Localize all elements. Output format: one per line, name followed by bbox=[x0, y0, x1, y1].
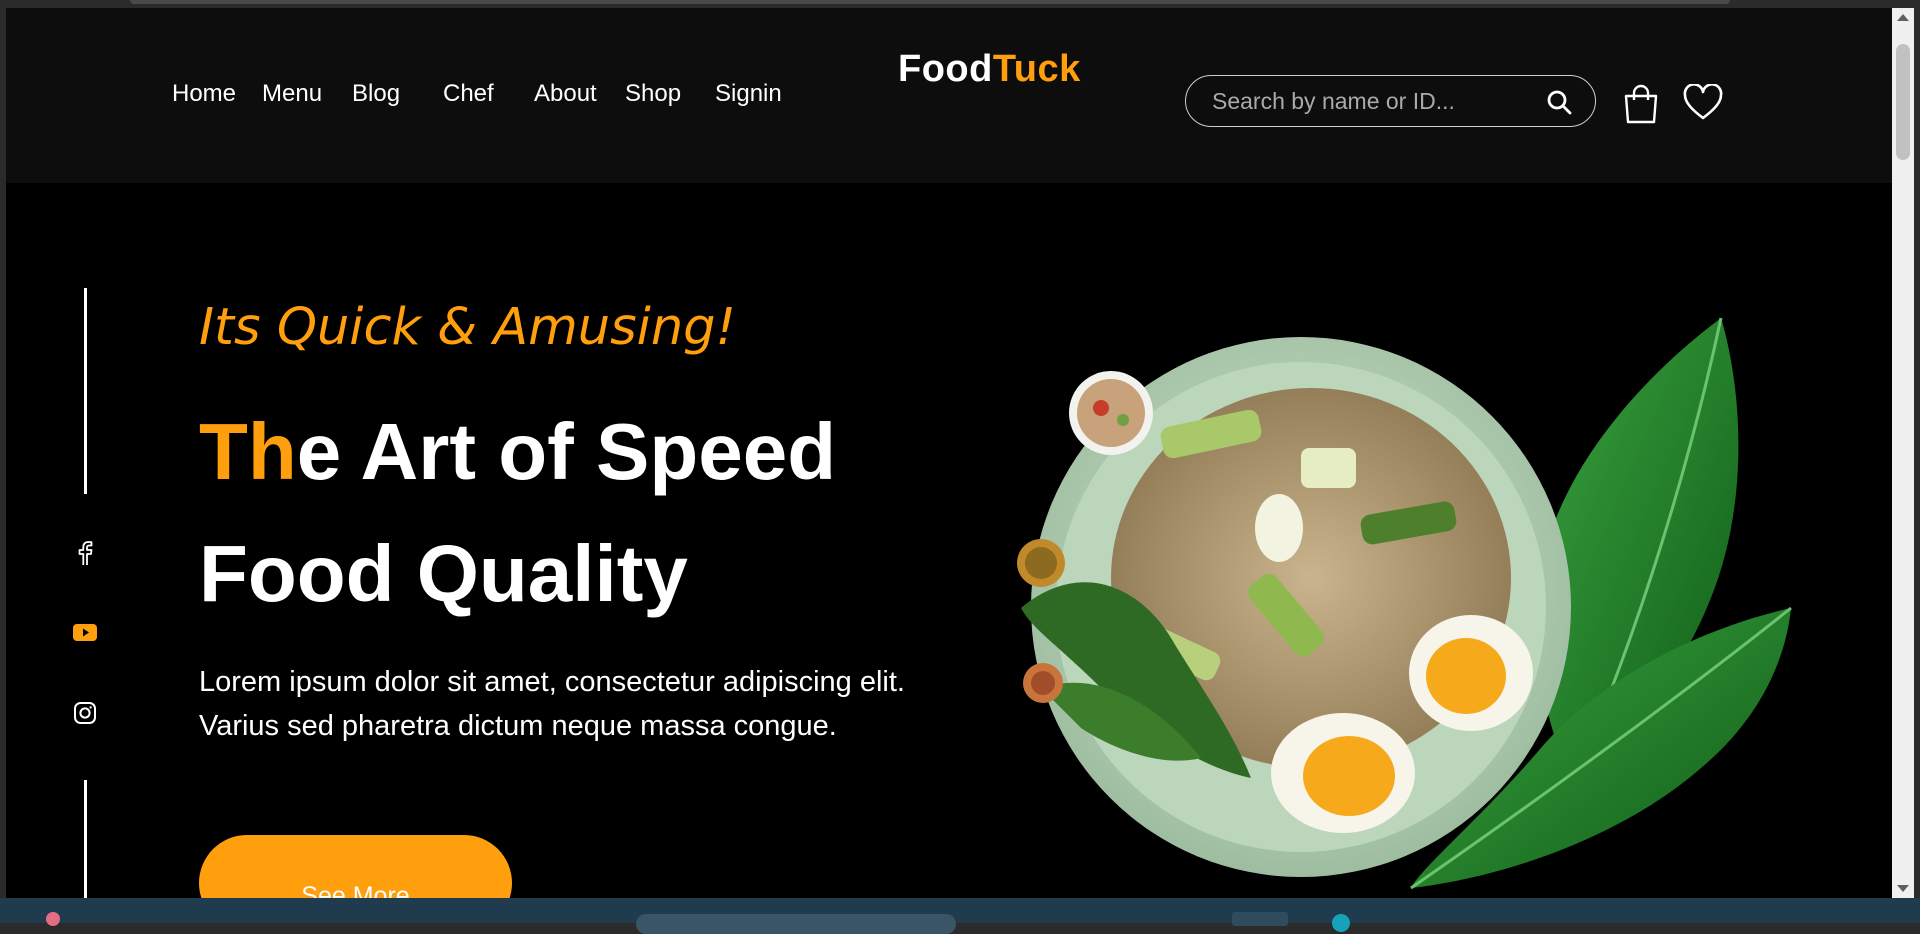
os-taskbar bbox=[0, 898, 1920, 934]
page-viewport: Home Menu Blog Chef About Shop Signin Fo… bbox=[6, 8, 1892, 898]
search-box bbox=[1185, 75, 1596, 127]
nav-shop-link[interactable]: Shop bbox=[625, 80, 681, 108]
nav-signin-link[interactable]: Signin bbox=[715, 80, 782, 108]
facebook-icon[interactable] bbox=[70, 538, 100, 573]
taskbar-browser-icon[interactable] bbox=[1332, 914, 1350, 932]
scroll-up-arrow-icon[interactable] bbox=[1897, 14, 1909, 21]
headline-line-1: The Art of Speed bbox=[199, 406, 836, 498]
taskbar-app-button[interactable] bbox=[1232, 912, 1288, 926]
search-input[interactable] bbox=[1210, 76, 1534, 127]
shopping-bag-icon[interactable] bbox=[1623, 84, 1659, 129]
site-header: Home Menu Blog Chef About Shop Signin Fo… bbox=[6, 8, 1892, 183]
social-divider-bottom bbox=[84, 780, 87, 898]
instagram-icon[interactable] bbox=[70, 698, 100, 733]
search-icon[interactable] bbox=[1546, 89, 1572, 120]
headline-line-2: Food Quality bbox=[199, 529, 688, 618]
nav-chef-link[interactable]: Chef bbox=[443, 80, 494, 108]
social-divider-top bbox=[84, 288, 87, 494]
logo-food-text: Food bbox=[898, 48, 993, 90]
taskbar-search[interactable] bbox=[636, 914, 956, 934]
nav-menu-link[interactable]: Menu bbox=[262, 80, 322, 108]
heart-icon[interactable] bbox=[1683, 83, 1723, 127]
scrollbar-thumb[interactable] bbox=[1896, 44, 1910, 160]
see-more-label: See More bbox=[301, 882, 410, 898]
browser-tab-strip bbox=[130, 0, 1730, 4]
see-more-button[interactable]: See More bbox=[199, 835, 512, 898]
headline-line-1-text: e Art of Speed bbox=[296, 407, 837, 496]
hero-tagline: Its Quick & Amusing! bbox=[199, 298, 736, 357]
nav-about-link[interactable]: About bbox=[534, 80, 597, 108]
site-logo[interactable]: FoodTuck bbox=[898, 48, 1081, 91]
youtube-icon[interactable] bbox=[70, 620, 100, 649]
nav-home-link[interactable]: Home bbox=[172, 80, 236, 108]
hero-description: Lorem ipsum dolor sit amet, consectetur … bbox=[199, 666, 905, 742]
browser-top-strip bbox=[0, 0, 1920, 8]
hero-food-image bbox=[1001, 308, 1801, 898]
headline-accent: Th bbox=[199, 407, 297, 496]
logo-tuck-text: Tuck bbox=[992, 48, 1081, 90]
page-scrollbar[interactable] bbox=[1892, 8, 1914, 898]
taskbar-app-icon[interactable] bbox=[46, 912, 60, 926]
nav-blog-link[interactable]: Blog bbox=[352, 80, 400, 108]
scroll-down-arrow-icon[interactable] bbox=[1897, 885, 1909, 892]
